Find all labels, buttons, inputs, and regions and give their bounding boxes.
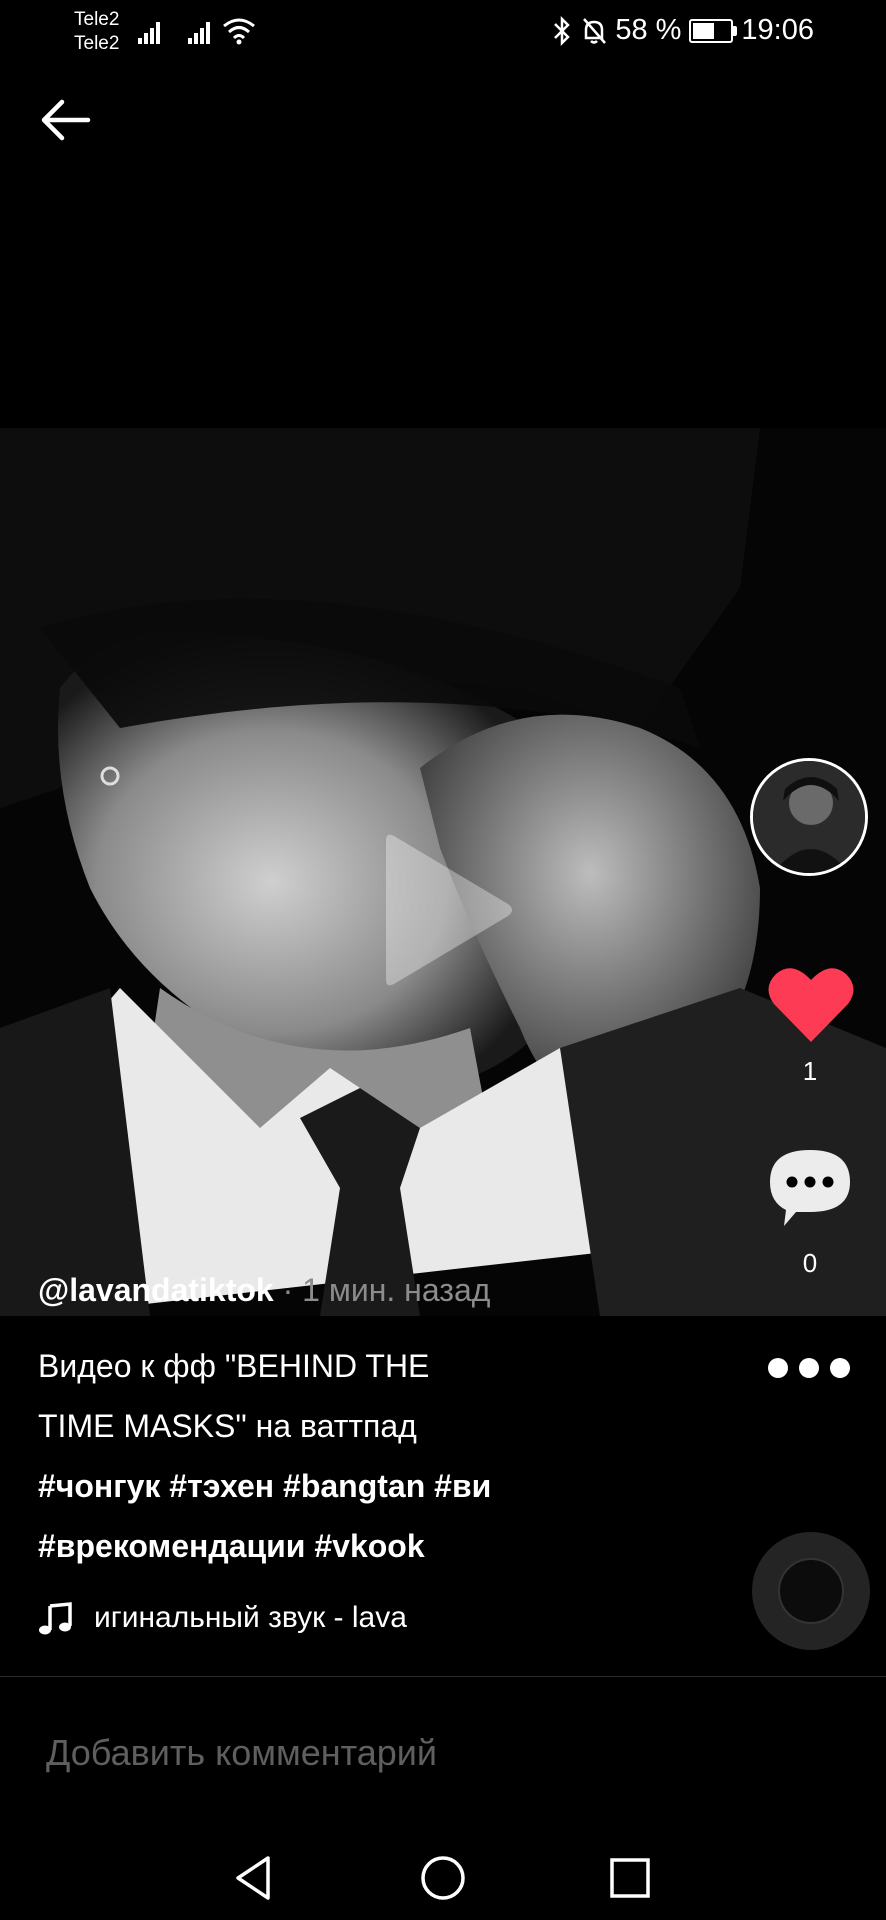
mute-bell-icon <box>583 17 607 44</box>
play-icon[interactable] <box>376 830 516 990</box>
comment-input[interactable] <box>44 1722 848 1784</box>
status-right: 58 % 19:06 <box>551 14 814 47</box>
description-line: Видео к фф "BEHIND THE <box>38 1348 430 1384</box>
author-handle[interactable]: @lavandatiktok <box>38 1272 274 1308</box>
nav-home-icon[interactable] <box>413 1848 473 1908</box>
carrier-2: Tele2 <box>74 33 120 54</box>
heart-icon[interactable] <box>766 962 856 1046</box>
nav-recent-icon[interactable] <box>600 1848 660 1908</box>
sound-row[interactable]: игинальный звук - lava <box>38 1600 474 1636</box>
hashtags-line[interactable]: #чонгук #тэхен #bangtan #ви <box>38 1456 558 1516</box>
sound-title: игинальный звук - lava <box>94 1601 407 1634</box>
more-icon[interactable] <box>764 1350 854 1386</box>
signal-icon <box>188 22 210 44</box>
carrier-names: Tele2 Tele2 <box>74 8 119 56</box>
comment-icon[interactable] <box>766 1146 854 1230</box>
back-arrow-icon[interactable] <box>38 96 94 144</box>
divider <box>0 1676 886 1677</box>
description-line: TIME MASKS" на ваттпад <box>38 1408 417 1444</box>
bluetooth-icon <box>554 15 571 46</box>
post-time: · 1 мин. назад <box>282 1272 491 1308</box>
sound-disc[interactable] <box>752 1532 870 1650</box>
carrier-1: Tele2 <box>74 9 120 30</box>
music-note-icon <box>39 1602 72 1635</box>
hashtags-line[interactable]: #врекомендации #vkook <box>38 1516 558 1576</box>
system-nav-bar <box>0 1830 886 1920</box>
status-bar: Tele2 Tele2 58 % 19:06 <box>0 0 886 64</box>
video-description: Видео к фф "BEHIND THE TIME MASKS" на ва… <box>38 1336 558 1576</box>
author-avatar[interactable] <box>750 758 868 876</box>
battery-percent: 58 % <box>615 14 682 46</box>
signal-icon <box>138 22 160 44</box>
battery-icon <box>689 18 738 43</box>
clock: 19:06 <box>741 14 814 46</box>
like-count: 1 <box>802 1056 818 1086</box>
avatar-image <box>753 761 865 873</box>
nav-back-icon[interactable] <box>224 1848 284 1908</box>
disc-cover <box>778 1558 844 1624</box>
wifi-icon <box>223 18 255 45</box>
comment-count: 0 <box>802 1248 818 1278</box>
video-meta: @lavandatiktok · 1 мин. назад <box>38 1272 490 1309</box>
